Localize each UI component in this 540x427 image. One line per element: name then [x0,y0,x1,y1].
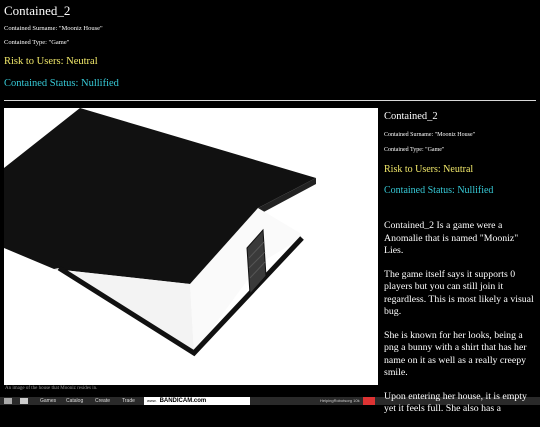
divider [4,100,536,101]
panel-paragraph: The game itself says it supports 0 playe… [384,268,534,318]
panel-title: Contained_2 [384,111,438,122]
house-render [4,108,378,385]
panel-type: Contained Type: "Game" [384,147,445,153]
panel-surname: Contained Surname: "Mooniz House" [384,132,476,138]
taskbar-right-text: HelpingRobotsorg 10k [320,398,360,403]
bandicam-watermark: www. BANDICAM.com [144,397,250,405]
taskbar-item-games[interactable]: Games [40,397,56,405]
notification-icon[interactable] [363,397,375,405]
panel-paragraph: Upon entering her house, it is empty yet… [384,390,527,415]
panel-risk: Risk to Users: Neutral [384,164,474,175]
panel-paragraph: She is known for her looks, being a png … [384,329,527,379]
menu-icon[interactable] [4,398,12,404]
header-title: Contained_2 [4,3,71,18]
header-status: Contained Status: Nullified [4,78,119,89]
panel-status: Contained Status: Nullified [384,185,494,196]
image-caption: An image of the house that Mooniz reside… [5,386,98,391]
taskbar-item-create[interactable]: Create [95,397,110,405]
header-type: Contained Type: "Game" [4,39,70,46]
taskbar-item-trade[interactable]: Trade [122,397,135,405]
taskbar-item-catalog[interactable]: Catalog [66,397,83,405]
bandicam-small: www. [147,398,157,403]
house-image [4,108,378,385]
panel-body: Contained_2 Is a game were a Anomalie th… [384,220,538,427]
bandicam-label: BANDICAM.com [159,398,207,404]
header-risk: Risk to Users: Neutral [4,56,98,67]
panel-paragraph: Contained_2 Is a game were a Anomalie th… [384,220,519,256]
logo-icon[interactable] [20,398,28,404]
header-surname: Contained Surname: "Mooniz House" [4,25,103,32]
